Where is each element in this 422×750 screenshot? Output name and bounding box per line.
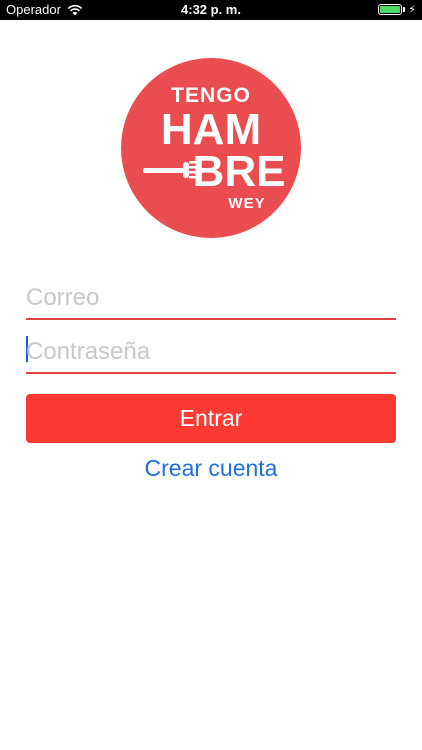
logo-line1: TENGO [171, 84, 251, 107]
email-field[interactable] [26, 274, 396, 320]
battery-cap [403, 7, 406, 12]
create-account-link[interactable]: Crear cuenta [0, 455, 422, 482]
status-time: 4:32 p. m. [181, 2, 241, 17]
fork-icon [143, 161, 199, 179]
app-logo: TENGO HAM BRE WEY [121, 58, 301, 238]
logo-graphic: TENGO HAM BRE WEY [143, 84, 286, 212]
charging-bolt-icon: ⚡ [408, 4, 416, 16]
battery-fill [380, 6, 401, 13]
logo-line2b: BRE [193, 147, 286, 196]
password-field[interactable] [26, 328, 396, 374]
status-right: ⚡ [378, 3, 416, 16]
battery-icon [378, 4, 403, 15]
email-input[interactable] [26, 284, 396, 312]
logo-line3: WEY [228, 195, 265, 212]
password-input[interactable] [26, 338, 396, 366]
status-bar: Operador 4:32 p. m. ⚡ [0, 0, 422, 20]
login-button[interactable]: Entrar [26, 394, 396, 443]
